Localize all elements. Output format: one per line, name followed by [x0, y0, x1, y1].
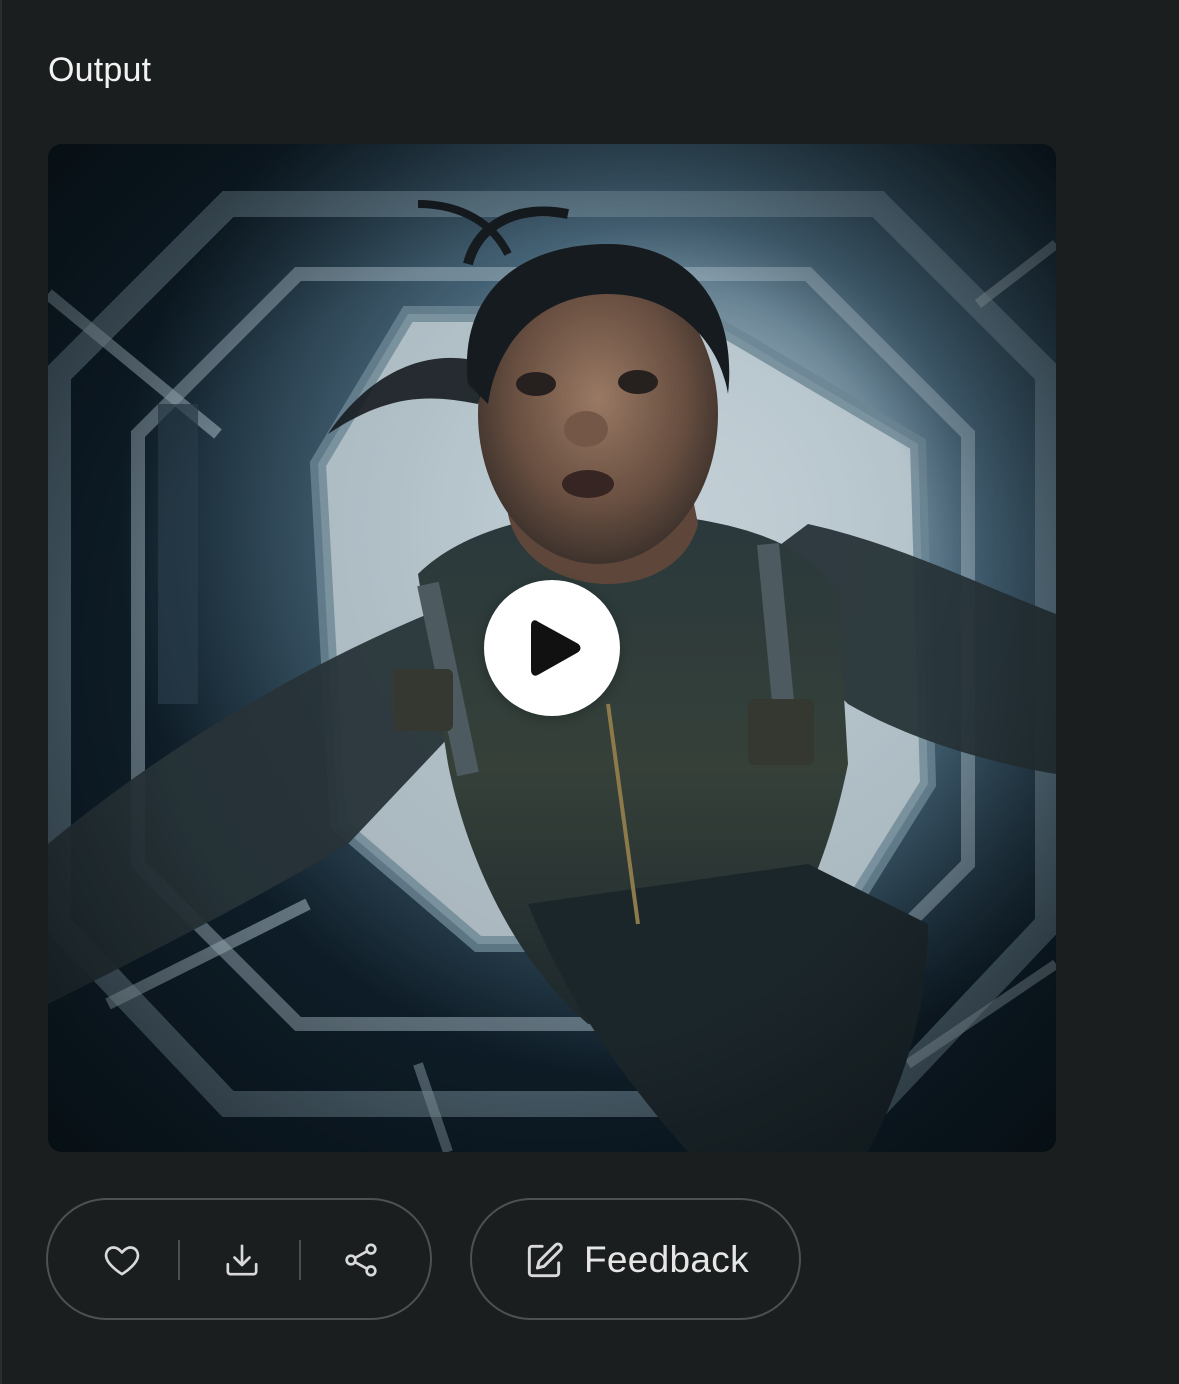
- video-preview[interactable]: [48, 144, 1056, 1152]
- feedback-button[interactable]: Feedback: [470, 1198, 801, 1320]
- panel-edge: [0, 0, 2, 1384]
- heart-icon: [104, 1246, 140, 1276]
- action-group: [46, 1198, 432, 1320]
- output-title: Output: [48, 51, 152, 89]
- feedback-label: Feedback: [584, 1239, 749, 1280]
- play-button[interactable]: [484, 580, 620, 716]
- download-icon: [226, 1244, 258, 1276]
- divider: [299, 1240, 301, 1280]
- edit-icon: [527, 1242, 563, 1278]
- like-button[interactable]: [86, 1224, 158, 1296]
- play-icon: [531, 620, 581, 676]
- share-icon: [345, 1243, 377, 1277]
- download-button[interactable]: [206, 1224, 278, 1296]
- share-button[interactable]: [325, 1224, 397, 1296]
- divider: [178, 1240, 180, 1280]
